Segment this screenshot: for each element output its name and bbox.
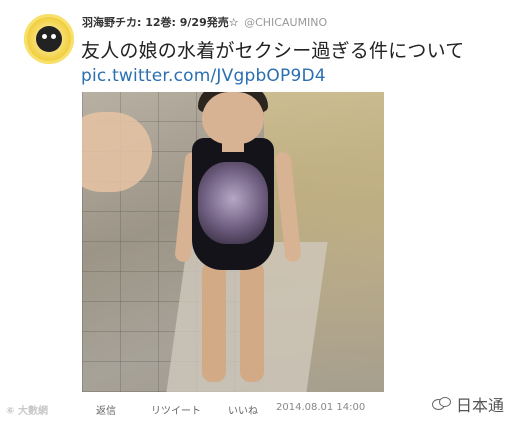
child-arm-right bbox=[274, 151, 302, 263]
reply-button[interactable]: 返信 bbox=[96, 402, 116, 417]
tweet-text: 友人の娘の水着がセクシー過ぎる件について bbox=[81, 40, 465, 62]
avatar-icon[interactable] bbox=[24, 14, 74, 64]
timestamp[interactable]: 2014.08.01 14:00 bbox=[276, 402, 365, 413]
tweet-photo-link[interactable]: pic.twitter.com/JVgpbOP9D4 bbox=[81, 66, 326, 86]
retweet-button[interactable]: リツイート bbox=[151, 402, 201, 417]
tweet-card: 羽海野チカ: 12巻: 9/29発売☆ @CHICAUMINO 友人の娘の水着が… bbox=[0, 0, 530, 423]
display-name[interactable]: 羽海野チカ: 12巻: 9/29発売☆ bbox=[82, 16, 239, 29]
tweet-header: 羽海野チカ: 12巻: 9/29発売☆ @CHICAUMINO bbox=[82, 14, 327, 30]
photo-child bbox=[174, 92, 302, 392]
child-leg-right bbox=[240, 262, 264, 382]
child-head bbox=[202, 92, 264, 144]
like-button[interactable]: いいね bbox=[228, 402, 258, 417]
watermark-left: ⑥ 大數網 bbox=[6, 406, 48, 417]
wechat-icon bbox=[432, 397, 451, 411]
child-leg-left bbox=[202, 262, 226, 382]
leopard-print-icon bbox=[198, 162, 268, 244]
avatar-face-icon bbox=[36, 26, 62, 52]
watermark-right-text: 日本通 bbox=[456, 396, 505, 415]
user-handle[interactable]: @CHICAUMINO bbox=[244, 16, 327, 29]
watermark-right: 日本通 bbox=[432, 393, 504, 415]
tweet-photo[interactable] bbox=[82, 92, 384, 392]
